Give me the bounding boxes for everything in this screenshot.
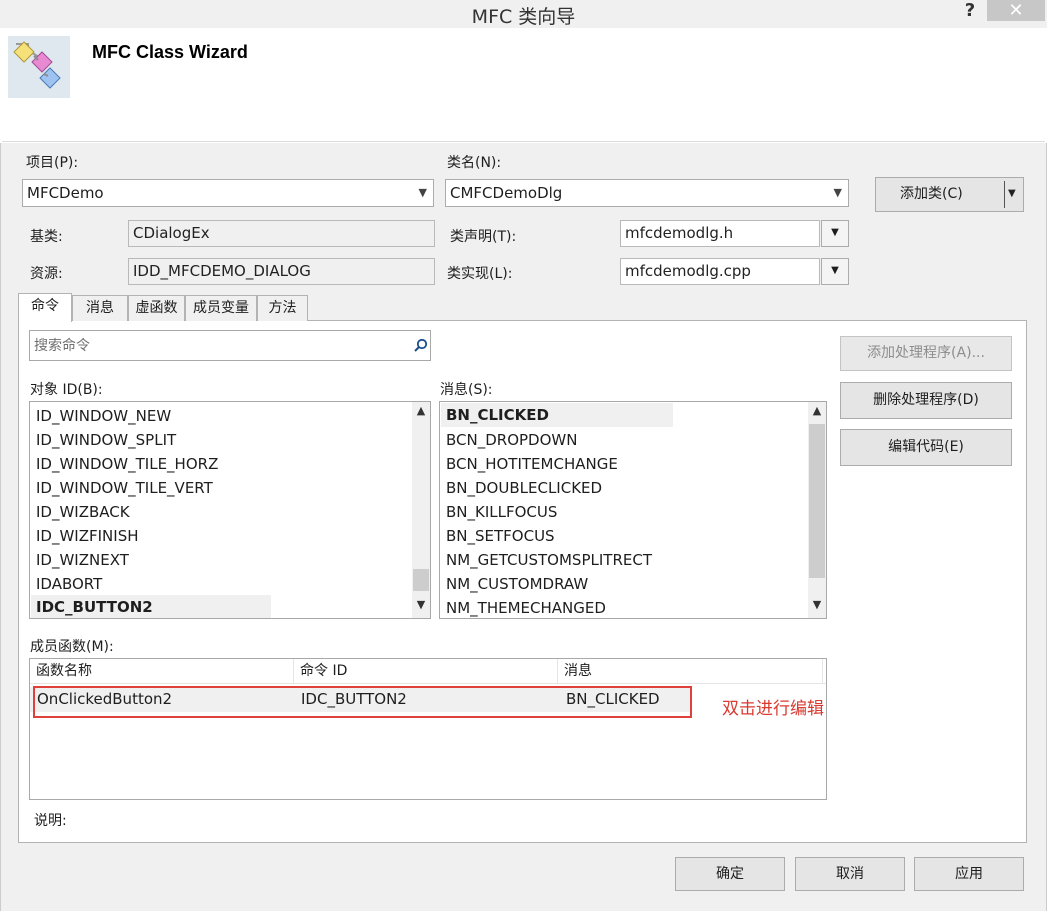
search-box[interactable]: 搜索命令 [29, 330, 431, 361]
member-functions-label: 成员函数(M): [30, 639, 114, 655]
project-value: MFCDemo [27, 184, 104, 202]
window-title: MFC 类向导 [471, 6, 576, 28]
column-header-message[interactable]: 消息 [558, 659, 823, 683]
list-item[interactable]: IDABORT [36, 572, 102, 596]
object-ids-label: 对象 ID(B): [30, 382, 103, 398]
add-class-label: 添加类(C) [900, 186, 963, 202]
chevron-down-icon: ▼ [418, 186, 427, 199]
project-combo[interactable]: MFCDemo ▼ [22, 179, 434, 207]
column-header-command-id[interactable]: 命令 ID [294, 659, 558, 683]
base-class-field: CDialogEx [128, 220, 435, 247]
list-item[interactable]: ID_WIZNEXT [36, 548, 129, 572]
list-item[interactable]: BN_DOUBLECLICKED [446, 476, 602, 500]
messages-label: 消息(S): [440, 382, 493, 398]
search-input[interactable]: 搜索命令 [34, 335, 90, 355]
wizard-title: MFC Class Wizard [92, 42, 248, 62]
list-item[interactable]: ID_WIZFINISH [36, 524, 139, 548]
list-item[interactable]: ID_WINDOW_SPLIT [36, 428, 176, 452]
base-class-label: 基类: [30, 229, 63, 245]
class-name-value: CMFCDemoDlg [450, 184, 563, 202]
list-item[interactable]: ID_WINDOW_TILE_VERT [36, 476, 213, 500]
ok-button[interactable]: 确定 [675, 857, 785, 891]
class-decl-label: 类声明(T): [450, 229, 517, 245]
list-item-selected[interactable]: BN_CLICKED [441, 403, 673, 427]
list-item[interactable]: BCN_HOTITEMCHANGE [446, 452, 618, 476]
class-impl-dropdown-button[interactable]: ▼ [821, 258, 849, 285]
class-name-combo[interactable]: CMFCDemoDlg ▼ [445, 179, 849, 207]
list-item[interactable]: NM_CUSTOMDRAW [446, 572, 588, 596]
scroll-down-icon[interactable]: ▼ [412, 598, 430, 616]
add-handler-button[interactable]: 添加处理程序(A)... [840, 336, 1012, 371]
resource-field: IDD_MFCDEMO_DIALOG [128, 258, 435, 285]
member-functions-grid[interactable]: 函数名称 命令 ID 消息 OnClickedButton2 IDC_BUTTO… [29, 658, 827, 800]
class-impl-label: 类实现(L): [447, 266, 513, 282]
chevron-down-icon: ▼ [833, 186, 842, 199]
tab-methods[interactable]: 方法 [257, 295, 308, 321]
tab-member-variables[interactable]: 成员变量 [185, 295, 257, 321]
highlight-box [33, 686, 692, 718]
add-class-dropdown-icon[interactable]: ▼ [1008, 188, 1016, 199]
list-item[interactable]: BN_SETFOCUS [446, 524, 555, 548]
tab-virtual-functions[interactable]: 虚函数 [128, 295, 185, 321]
scroll-thumb[interactable] [413, 569, 429, 591]
list-item[interactable]: ID_WINDOW_TILE_HORZ [36, 452, 218, 476]
list-item-selected[interactable]: IDC_BUTTON2 [31, 595, 271, 618]
class-wizard-icon [8, 36, 70, 98]
search-icon[interactable] [413, 338, 428, 353]
project-label: 项目(P): [26, 155, 79, 171]
grid-header: 函数名称 命令 ID 消息 [30, 659, 826, 684]
tab-messages[interactable]: 消息 [72, 295, 128, 321]
list-item[interactable]: BN_KILLFOCUS [446, 500, 557, 524]
edit-hint-annotation: 双击进行编辑 [722, 699, 824, 719]
apply-button[interactable]: 应用 [914, 857, 1024, 891]
close-button[interactable]: ✕ [987, 0, 1045, 21]
help-button[interactable]: ? [955, 0, 985, 22]
split-divider [1004, 181, 1005, 208]
scroll-thumb[interactable] [809, 424, 825, 578]
edit-code-button[interactable]: 编辑代码(E) [840, 429, 1012, 466]
resource-label: 资源: [30, 266, 63, 282]
cancel-button[interactable]: 取消 [795, 857, 905, 891]
messages-scrollbar[interactable]: ▲ ▼ [808, 402, 826, 618]
list-item[interactable]: NM_GETCUSTOMSPLITRECT [446, 548, 652, 572]
object-ids-list[interactable]: ID_WINDOW_NEW ID_WINDOW_SPLIT ID_WINDOW_… [29, 401, 431, 619]
list-item[interactable]: BCN_DROPDOWN [446, 428, 577, 452]
scroll-up-icon[interactable]: ▲ [808, 404, 826, 422]
messages-list[interactable]: BN_CLICKED BCN_DROPDOWN BCN_HOTITEMCHANG… [439, 401, 827, 619]
class-impl-field[interactable]: mfcdemodlg.cpp [620, 258, 820, 285]
scroll-down-icon[interactable]: ▼ [808, 598, 826, 616]
object-ids-scrollbar[interactable]: ▲ ▼ [412, 402, 430, 618]
scroll-up-icon[interactable]: ▲ [412, 404, 430, 422]
column-header-function-name[interactable]: 函数名称 [30, 659, 294, 683]
class-decl-field[interactable]: mfcdemodlg.h [620, 220, 820, 247]
class-name-label: 类名(N): [447, 155, 502, 171]
description-label: 说明: [34, 813, 67, 829]
class-decl-dropdown-button[interactable]: ▼ [821, 220, 849, 247]
add-class-button[interactable]: 添加类(C) [875, 177, 1024, 212]
list-item[interactable]: ID_WIZBACK [36, 500, 130, 524]
list-item[interactable]: NM_THEMECHANGED [446, 596, 606, 618]
tab-commands[interactable]: 命令 [18, 293, 72, 322]
delete-handler-button[interactable]: 删除处理程序(D) [840, 382, 1012, 419]
list-item[interactable]: ID_WINDOW_NEW [36, 404, 171, 428]
